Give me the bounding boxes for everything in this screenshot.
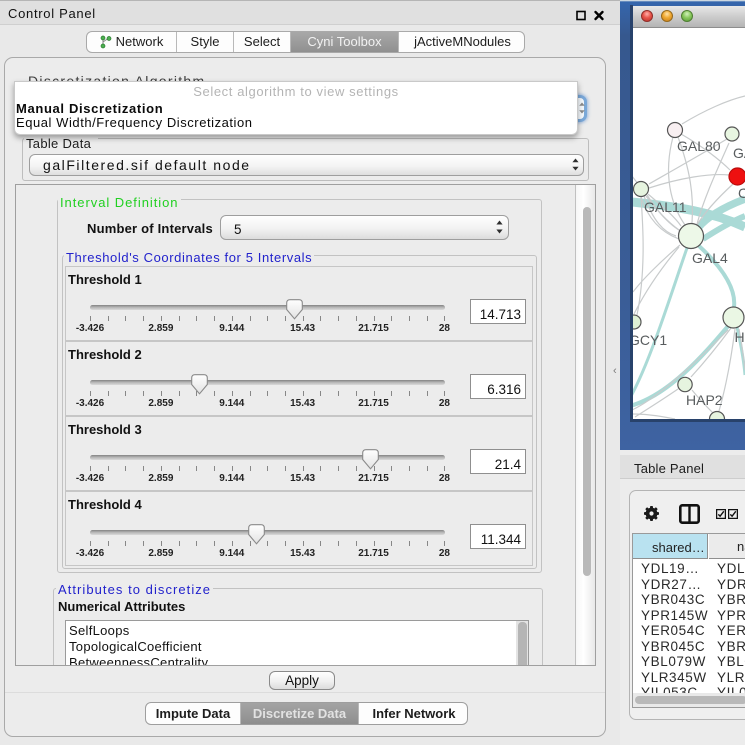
- svg-text:GAL11: GAL11: [644, 199, 687, 215]
- svg-text:GAL4: GAL4: [692, 250, 728, 266]
- svg-text:CY: CY: [738, 185, 745, 201]
- svg-text:HAP2: HAP2: [686, 392, 723, 408]
- svg-text:GAL80: GAL80: [677, 138, 721, 154]
- svg-text:H: H: [735, 329, 745, 345]
- svg-text:GA: GA: [733, 145, 745, 161]
- svg-text:GCY1: GCY1: [633, 332, 667, 348]
